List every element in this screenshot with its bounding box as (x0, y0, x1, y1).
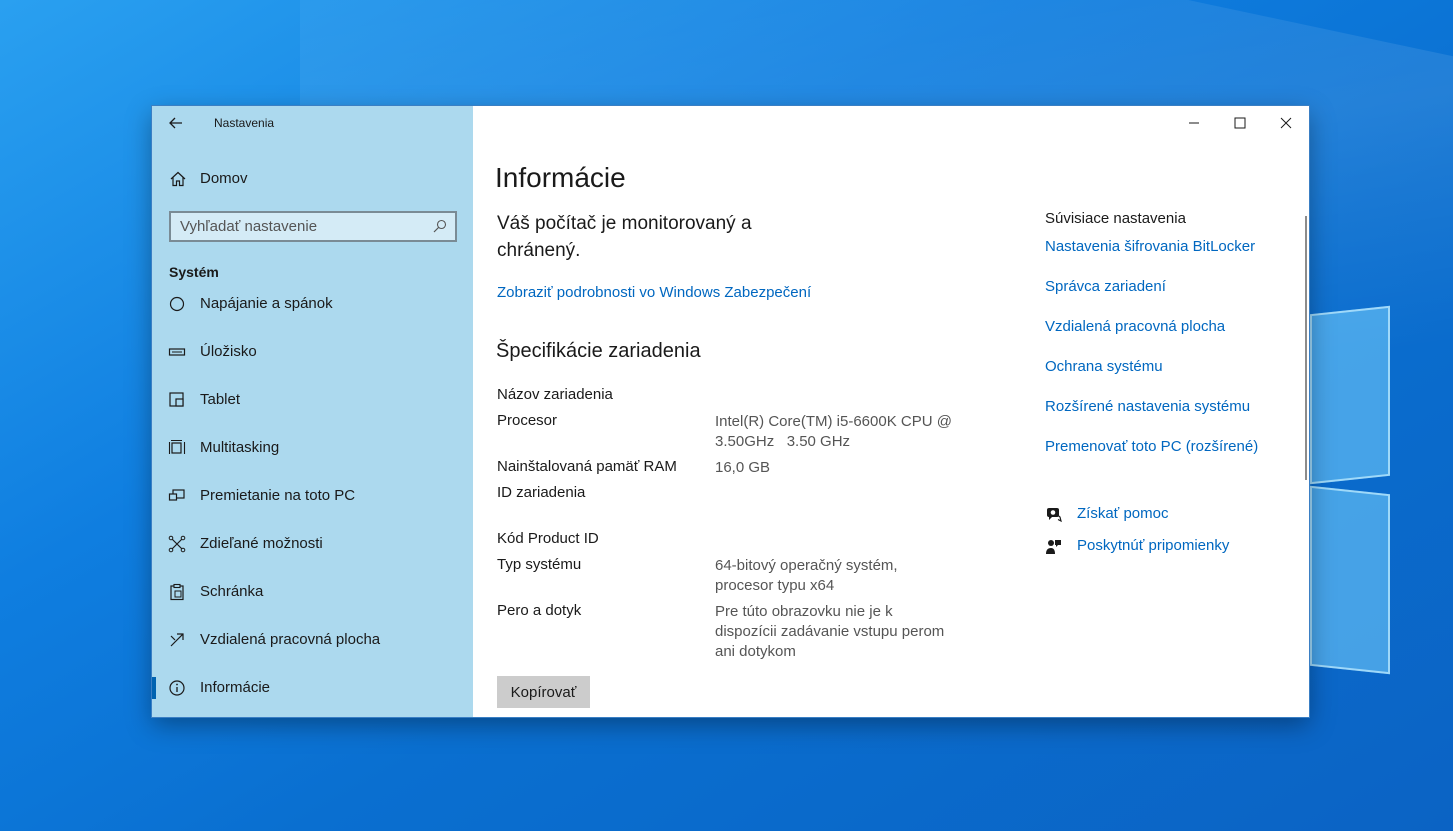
sidebar-item-storage[interactable]: Úložisko (152, 332, 473, 372)
scrollbar[interactable] (1305, 216, 1307, 480)
help-chat-icon (1047, 508, 1062, 523)
sidebar-item-shared-experiences[interactable]: Zdieľané možnosti (152, 524, 473, 564)
rename-pc-link[interactable]: Premenovať toto PC (rozšírené) (1045, 438, 1258, 455)
maximize-icon (1234, 117, 1246, 129)
home-label: Domov (200, 170, 248, 187)
sidebar-item-label: Vzdialená pracovná plocha (200, 631, 381, 648)
spec-key: ID zariadenia (497, 484, 586, 501)
remote-desktop-link[interactable]: Vzdialená pracovná plocha (1045, 318, 1225, 335)
device-manager-link[interactable]: Správca zariadení (1045, 278, 1166, 295)
spec-value[interactable]: Intel(R) Core(TM) i5-6600K CPU @ 3.50GHz… (715, 412, 955, 452)
power-icon (169, 296, 185, 312)
spec-key: Pero a dotyk (497, 602, 582, 619)
section-title-system: Systém (169, 264, 219, 280)
back-button[interactable] (162, 110, 190, 136)
settings-window: Nastavenia Domov Systém Napájanie a spán… (152, 106, 1309, 717)
active-indicator (152, 677, 156, 699)
copy-button[interactable]: Kopírovať (497, 676, 590, 708)
feedback-link[interactable]: Poskytnúť pripomienky (1077, 537, 1229, 554)
spec-key: Typ systému (497, 556, 582, 573)
sidebar-item-multitasking[interactable]: Multitasking (152, 428, 473, 468)
sidebar-item-label: Zdieľané možnosti (200, 535, 323, 552)
sidebar-item-power[interactable]: Napájanie a spánok (152, 294, 473, 324)
device-specs-title: Špecifikácie zariadenia (496, 340, 701, 362)
spec-key: Nainštalovaná pamäť RAM (497, 458, 677, 475)
windows-logo-wallpaper (1300, 300, 1453, 680)
page-title: Informácie (495, 162, 626, 193)
minimize-icon (1189, 122, 1199, 124)
minimize-button[interactable] (1171, 106, 1217, 140)
sidebar-item-label: Tablet (200, 391, 241, 408)
feedback-icon (1046, 540, 1061, 554)
spec-key: Kód Product ID (497, 530, 599, 547)
app-title: Nastavenia (214, 116, 275, 130)
remote-desktop-icon (170, 633, 184, 647)
sidebar-item-label: Informácie (200, 679, 271, 696)
tablet-icon (169, 392, 184, 407)
sidebar-item-tablet[interactable]: Tablet (152, 380, 473, 420)
projecting-icon (168, 489, 185, 501)
sidebar-item-remote-desktop[interactable]: Vzdialená pracovná plocha (152, 620, 473, 660)
bitlocker-link[interactable]: Nastavenia šifrovania BitLocker (1045, 238, 1255, 255)
main-content: Informácie Váš počítač je monitorovaný a… (473, 106, 1309, 717)
sidebar-item-about[interactable]: Informácie (152, 668, 473, 708)
info-icon (169, 680, 185, 696)
multitasking-icon (168, 439, 186, 454)
shared-experiences-icon (168, 535, 186, 553)
close-icon (1280, 117, 1292, 129)
sidebar-item-label: Premietanie na toto PC (200, 487, 356, 504)
related-settings-title: Súvisiace nastavenia (1045, 210, 1186, 227)
spec-key: Procesor (497, 412, 558, 429)
sidebar-item-label: Schránka (200, 583, 264, 600)
advanced-system-settings-link[interactable]: Rozšírené nastavenia systému (1045, 398, 1250, 415)
spec-value[interactable]: Pre túto obrazovku nie je k dispozícii z… (715, 602, 955, 662)
spec-key: Názov zariadenia (497, 386, 613, 403)
spec-value[interactable]: 64-bitový operačný systém, procesor typu… (715, 556, 955, 596)
sidebar-item-label: Multitasking (200, 439, 280, 456)
search-icon (433, 219, 447, 233)
sidebar-item-label: Úložisko (200, 343, 257, 360)
sidebar-item-label: Napájanie a spánok (200, 295, 333, 312)
sidebar-item-clipboard[interactable]: Schránka (152, 572, 473, 612)
system-protection-link[interactable]: Ochrana systému (1045, 358, 1163, 375)
sidebar-nav: Napájanie a spánok Úložisko Tablet Multi… (152, 294, 473, 717)
search-input[interactable] (171, 213, 421, 240)
sidebar: Nastavenia Domov Systém Napájanie a spán… (152, 106, 473, 717)
maximize-button[interactable] (1217, 106, 1263, 140)
sidebar-item-projecting[interactable]: Premietanie na toto PC (152, 476, 473, 516)
home-icon (170, 171, 186, 187)
titlebar-left: Nastavenia (152, 106, 473, 140)
sidebar-item-home[interactable]: Domov (152, 164, 473, 194)
windows-security-link[interactable]: Zobraziť podrobnosti vo Windows Zabezpeč… (497, 284, 811, 301)
get-help-link[interactable]: Získať pomoc (1077, 505, 1169, 522)
close-button[interactable] (1263, 106, 1309, 140)
search-box[interactable] (169, 211, 457, 242)
spec-value[interactable]: 16,0 GB (715, 458, 955, 478)
protection-status: Váš počítač je monitorovaný a chránený. (497, 213, 752, 261)
storage-icon (168, 348, 186, 356)
clipboard-icon (170, 583, 184, 601)
back-arrow-icon (169, 117, 182, 129)
